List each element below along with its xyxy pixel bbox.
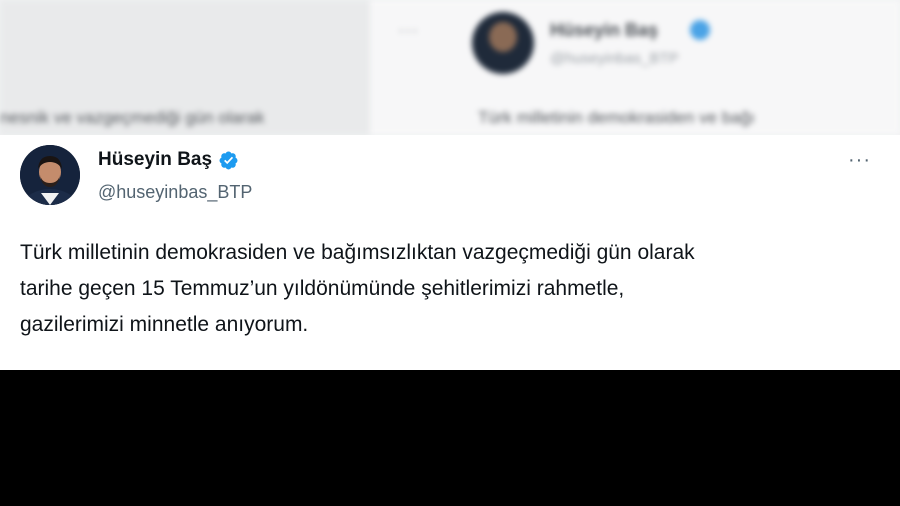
more-options-icon[interactable]: ··· xyxy=(848,149,871,172)
avatar[interactable] xyxy=(20,145,80,205)
blurred-text-right: Türk milletinin demokrasiden ve bağı xyxy=(478,108,755,127)
blurred-more-icon: ··· xyxy=(398,20,419,40)
tweet-line: Türk milletinin demokrasiden ve bağımsız… xyxy=(20,241,695,264)
blurred-tweet-preview: ··· Hüseyin Baş @huseyinbas_BTP nesnik v… xyxy=(0,0,900,135)
blurred-background: ··· Hüseyin Baş @huseyinbas_BTP nesnik v… xyxy=(0,0,900,135)
black-bar xyxy=(0,370,900,506)
author-row: Hüseyin Baş xyxy=(98,149,239,171)
blurred-verified-icon xyxy=(690,20,710,40)
tweet-line: tarihe geçen 15 Temmuz’un yıldönümünde ş… xyxy=(20,277,625,300)
tweet-line: gazilerimizi minnetle anıyorum. xyxy=(20,313,309,336)
author-name[interactable]: Hüseyin Baş xyxy=(98,149,212,171)
tweet-text: Türk milletinin demokrasiden ve bağımsız… xyxy=(20,235,880,343)
blurred-author-name: Hüseyin Baş xyxy=(550,20,659,40)
blurred-author-handle: @huseyinbas_BTP xyxy=(550,50,679,67)
blurred-avatar xyxy=(472,12,534,74)
blurred-text-left: nesnik ve vazgeçmediği gün olarak xyxy=(0,108,265,127)
tweet-card: Hüseyin Baş @huseyinbas_BTP ··· Türk mil… xyxy=(0,135,900,370)
avatar-portrait-icon xyxy=(20,145,80,205)
verified-badge-icon xyxy=(219,151,238,169)
author-handle[interactable]: @huseyinbas_BTP xyxy=(98,182,252,203)
